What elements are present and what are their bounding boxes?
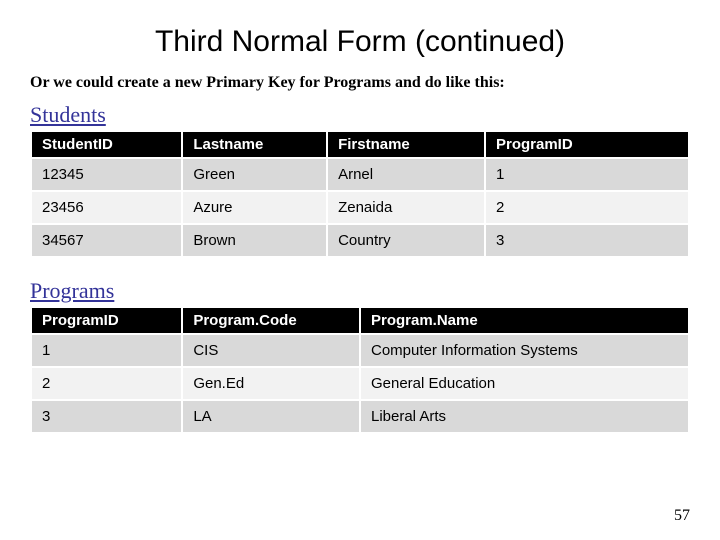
cell: 1 [31, 334, 182, 367]
cell: LA [182, 400, 360, 433]
cell: 3 [31, 400, 182, 433]
table-row: 34567 Brown Country 3 [31, 224, 689, 257]
cell: 3 [485, 224, 689, 257]
cell: 2 [485, 191, 689, 224]
cell: Country [327, 224, 485, 257]
programs-header: ProgramID [31, 307, 182, 334]
students-header: Lastname [182, 131, 327, 158]
slide-title: Third Normal Form (continued) [30, 25, 690, 59]
cell: Azure [182, 191, 327, 224]
programs-header: Program.Code [182, 307, 360, 334]
students-header: Firstname [327, 131, 485, 158]
students-table: StudentID Lastname Firstname ProgramID 1… [30, 130, 690, 258]
programs-table-label: Programs [30, 278, 690, 304]
cell: 12345 [31, 158, 182, 191]
cell: CIS [182, 334, 360, 367]
slide-subtitle: Or we could create a new Primary Key for… [30, 74, 690, 92]
students-header: StudentID [31, 131, 182, 158]
cell: Green [182, 158, 327, 191]
cell: 23456 [31, 191, 182, 224]
cell: 1 [485, 158, 689, 191]
table-row: 12345 Green Arnel 1 [31, 158, 689, 191]
table-row: 23456 Azure Zenaida 2 [31, 191, 689, 224]
programs-table: ProgramID Program.Code Program.Name 1 CI… [30, 306, 690, 434]
cell: Computer Information Systems [360, 334, 689, 367]
students-table-label: Students [30, 102, 690, 128]
cell: Zenaida [327, 191, 485, 224]
cell: Gen.Ed [182, 367, 360, 400]
table-row: 2 Gen.Ed General Education [31, 367, 689, 400]
table-row: 1 CIS Computer Information Systems [31, 334, 689, 367]
cell: Arnel [327, 158, 485, 191]
students-header: ProgramID [485, 131, 689, 158]
table-row: 3 LA Liberal Arts [31, 400, 689, 433]
cell: Liberal Arts [360, 400, 689, 433]
cell: 34567 [31, 224, 182, 257]
programs-header: Program.Name [360, 307, 689, 334]
cell: Brown [182, 224, 327, 257]
page-number: 57 [674, 507, 690, 525]
cell: General Education [360, 367, 689, 400]
cell: 2 [31, 367, 182, 400]
